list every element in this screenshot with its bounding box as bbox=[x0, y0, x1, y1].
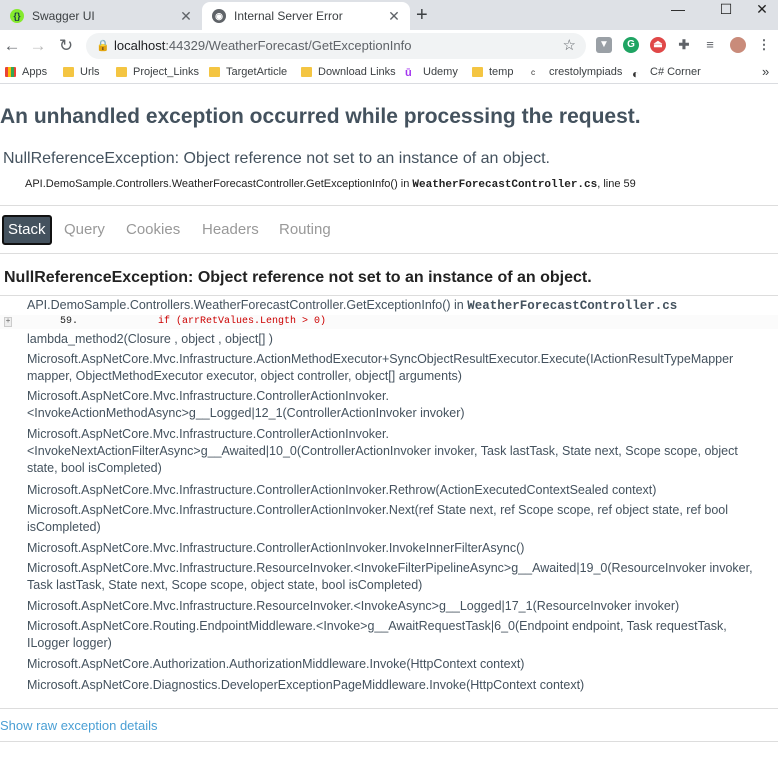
frame-file: WeatherForecastController.cs bbox=[467, 299, 678, 313]
tab-swagger-ui[interactable]: {} Swagger UI ✕ bbox=[0, 2, 202, 30]
apps-grid-icon bbox=[5, 67, 16, 77]
tab-title: Internal Server Error bbox=[234, 9, 343, 23]
minimize-icon[interactable]: — bbox=[658, 0, 698, 24]
divider bbox=[0, 708, 778, 709]
bookmark-download-links[interactable]: Download Links bbox=[301, 66, 396, 78]
csharp-corner-icon: ◐ bbox=[632, 67, 640, 81]
stack-frame: Microsoft.AspNetCore.Mvc.Infrastructure.… bbox=[27, 483, 657, 497]
stack-frame: API.DemoSample.Controllers.WeatherForeca… bbox=[27, 298, 678, 313]
address-bar[interactable]: 🔒 localhost:44329/WeatherForecast/GetExc… bbox=[86, 33, 586, 59]
reading-list-icon[interactable]: ≡ bbox=[702, 37, 718, 53]
bookmarks-bar: Apps Urls Project_Links TargetArticle Do… bbox=[0, 62, 778, 84]
stack-frame: Microsoft.AspNetCore.Mvc.Infrastructure.… bbox=[27, 503, 728, 534]
close-window-icon[interactable]: ✕ bbox=[742, 0, 778, 24]
grammarly-extension-icon[interactable]: G bbox=[623, 37, 639, 53]
close-tab-icon[interactable]: ✕ bbox=[386, 8, 402, 25]
stack-frame: Microsoft.AspNetCore.Mvc.Infrastructure.… bbox=[27, 599, 680, 613]
bookmark-star-icon[interactable]: ☆ bbox=[563, 33, 576, 59]
tab-stack[interactable]: Stack bbox=[2, 215, 52, 245]
show-raw-exception-link[interactable]: Show raw exception details bbox=[0, 718, 158, 733]
crest-icon: ᶜ bbox=[531, 67, 536, 81]
tab-cookies[interactable]: Cookies bbox=[126, 215, 180, 245]
bookmark-udemy[interactable]: ū Udemy bbox=[405, 66, 458, 79]
bookmark-crestolympiads[interactable]: ᶜ crestolympiads bbox=[531, 66, 622, 81]
stack-frame: Microsoft.AspNetCore.Routing.EndpointMid… bbox=[27, 619, 727, 650]
maximize-icon[interactable]: ☐ bbox=[706, 0, 746, 24]
folder-icon bbox=[116, 67, 127, 77]
stack-frame: Microsoft.AspNetCore.Diagnostics.Develop… bbox=[27, 678, 585, 692]
expand-source-icon[interactable]: + bbox=[4, 317, 12, 327]
reload-icon[interactable]: ↻ bbox=[54, 34, 78, 58]
divider bbox=[0, 295, 778, 296]
stack-frame: Microsoft.AspNetCore.Mvc.Infrastructure.… bbox=[27, 352, 734, 383]
line-number: 59. bbox=[60, 316, 79, 327]
source-code: if (arrRetValues.Length > 0) bbox=[158, 316, 327, 327]
bookmark-targetarticle[interactable]: TargetArticle bbox=[209, 66, 287, 78]
stack-frame: lambda_method2(Closure , object , object… bbox=[27, 332, 273, 346]
exception-location: API.DemoSample.Controllers.WeatherForeca… bbox=[25, 178, 636, 191]
tab-internal-server-error[interactable]: ◉ Internal Server Error ✕ bbox=[202, 2, 410, 30]
puzzle-extensions-icon[interactable]: ✚ bbox=[676, 37, 692, 53]
exception-file: WeatherForecastController.cs bbox=[412, 179, 598, 191]
folder-icon bbox=[63, 67, 74, 77]
bookmark-apps[interactable]: Apps bbox=[5, 66, 47, 78]
stack-frame: Microsoft.AspNetCore.Mvc.Infrastructure.… bbox=[27, 427, 738, 475]
swagger-favicon-icon: {} bbox=[10, 9, 24, 23]
divider bbox=[0, 741, 778, 742]
red-extension-icon[interactable]: ⏏ bbox=[650, 37, 666, 53]
globe-favicon-icon: ◉ bbox=[212, 9, 226, 23]
new-tab-plus-icon[interactable]: + bbox=[416, 4, 428, 27]
bookmark-project-links[interactable]: Project_Links bbox=[116, 66, 199, 78]
divider bbox=[0, 253, 778, 254]
lock-icon[interactable]: 🔒 bbox=[96, 33, 110, 59]
stack-frame: Microsoft.AspNetCore.Mvc.Infrastructure.… bbox=[27, 541, 525, 555]
avatar[interactable] bbox=[730, 37, 746, 53]
source-code-line: + 59. if (arrRetValues.Length > 0) bbox=[0, 315, 778, 329]
kebab-menu-icon[interactable]: ⋮ bbox=[756, 37, 772, 53]
stack-exception-heading: NullReferenceException: Object reference… bbox=[4, 269, 592, 286]
stack-frame: Microsoft.AspNetCore.Mvc.Infrastructure.… bbox=[27, 561, 753, 592]
exception-message: NullReferenceException: Object reference… bbox=[3, 150, 550, 167]
tab-headers[interactable]: Headers bbox=[202, 215, 259, 245]
stack-frame: Microsoft.AspNetCore.Mvc.Infrastructure.… bbox=[27, 389, 465, 420]
folder-icon bbox=[301, 67, 312, 77]
tab-routing[interactable]: Routing bbox=[279, 215, 331, 245]
divider bbox=[0, 205, 778, 206]
close-tab-icon[interactable]: ✕ bbox=[178, 8, 194, 25]
folder-icon bbox=[472, 67, 483, 77]
more-bookmarks-icon[interactable]: » bbox=[762, 64, 769, 79]
forward-arrow-icon[interactable]: → bbox=[26, 34, 50, 58]
page-title: An unhandled exception occurred while pr… bbox=[0, 105, 641, 128]
tab-query[interactable]: Query bbox=[64, 215, 105, 245]
url-text[interactable]: localhost:44329/WeatherForecast/GetExcep… bbox=[114, 33, 412, 59]
udemy-icon: ū bbox=[405, 67, 412, 79]
browser-tab-strip: {} Swagger UI ✕ ◉ Internal Server Error … bbox=[0, 0, 778, 30]
bookmark-temp[interactable]: temp bbox=[472, 66, 513, 78]
bookmark-csharp-corner[interactable]: ◐ C# Corner bbox=[632, 66, 701, 81]
bookmark-urls[interactable]: Urls bbox=[63, 66, 100, 78]
tab-title: Swagger UI bbox=[32, 9, 95, 23]
back-arrow-icon[interactable]: ← bbox=[0, 34, 24, 58]
folder-icon bbox=[209, 67, 220, 77]
stack-frame: Microsoft.AspNetCore.Authorization.Autho… bbox=[27, 657, 525, 671]
download-extension-icon[interactable]: ▼ bbox=[596, 37, 612, 53]
